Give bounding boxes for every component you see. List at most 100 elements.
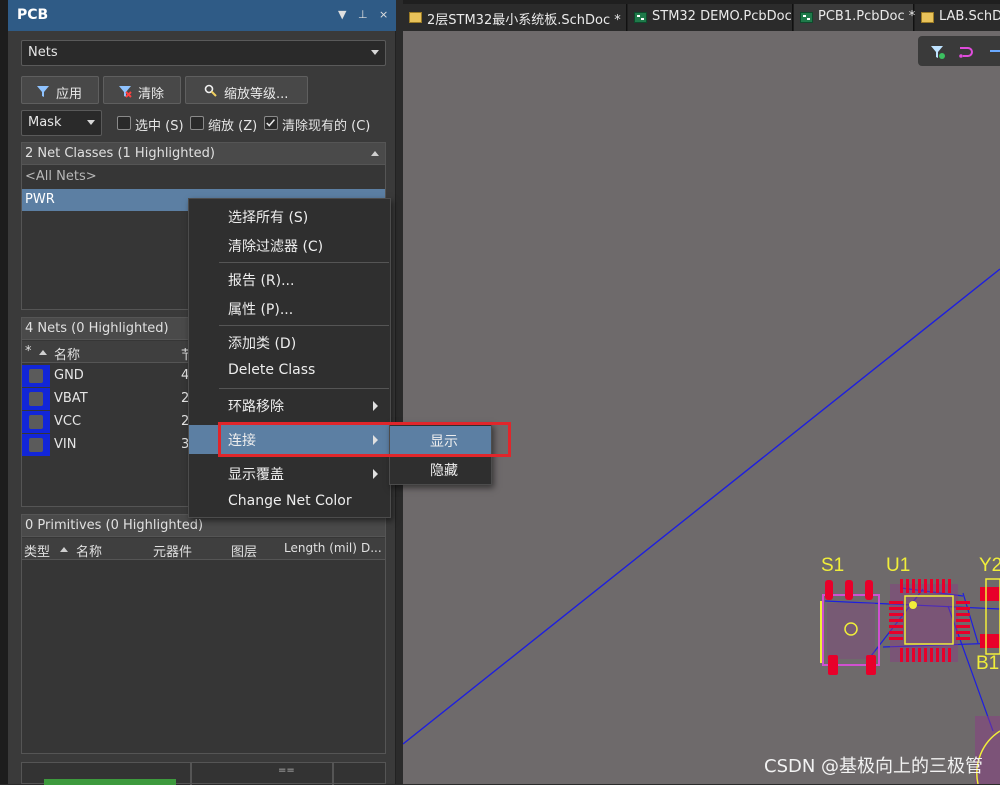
menu-item-label: 隐藏 — [430, 463, 458, 479]
panel-title: PCB — [17, 7, 49, 23]
progress-bar — [44, 779, 176, 785]
clear-existing-checkbox-label: 清除现有的 (C) — [282, 119, 371, 134]
divider — [332, 763, 334, 785]
zoom-level-button[interactable]: 缩放等级... — [185, 76, 308, 104]
mask-value: Mask — [28, 115, 62, 130]
net-classes-title: 2 Net Classes (1 Highlighted) — [25, 146, 215, 161]
column-header-star[interactable]: * — [25, 344, 32, 366]
submenu-item-hide[interactable]: 隐藏 — [390, 455, 491, 484]
filter-type-value: Nets — [28, 45, 58, 60]
pad — [865, 580, 873, 600]
zoom-level-label: 缩放等级... — [224, 87, 289, 102]
clear-existing-checkbox[interactable] — [264, 116, 278, 130]
column-header-type[interactable]: 类型 — [24, 541, 50, 563]
apply-label: 应用 — [56, 87, 83, 102]
schematic-doc-icon — [409, 12, 422, 23]
apply-button[interactable]: 应用 — [21, 76, 99, 104]
tab-label: 2层STM32最小系统板.SchDoc * — [427, 13, 621, 28]
pin-icon[interactable]: ⊥ — [358, 8, 368, 21]
net-color-swatch[interactable] — [22, 434, 50, 456]
panel-menu-icon[interactable]: ▼ — [338, 8, 346, 21]
net-color-swatch[interactable] — [22, 411, 50, 433]
tab-lab-schdoc[interactable]: LAB.SchDoc — [915, 4, 1000, 31]
clear-filter-icon — [119, 86, 132, 98]
net-name: VCC — [54, 414, 82, 429]
column-header-layer[interactable]: 图层 — [231, 541, 257, 563]
menu-separator — [219, 388, 389, 389]
menu-item-clear-filter[interactable]: 清除过滤器 (C) — [189, 231, 390, 260]
tab-pcb1-pcbdoc[interactable]: PCB1.PcbDoc * — [794, 4, 915, 31]
menu-separator — [219, 262, 389, 263]
submenu-arrow-icon — [373, 469, 378, 479]
left-dock-strip — [0, 0, 8, 784]
column-header-name[interactable]: 名称 — [76, 541, 102, 563]
clear-label: 清除 — [138, 87, 165, 102]
ratsnest-line — [962, 592, 979, 644]
column-header-component[interactable]: 元器件 — [153, 541, 192, 563]
net-name: GND — [54, 368, 84, 383]
designator-u1: U1 — [886, 555, 910, 576]
list-item[interactable]: <All Nets> — [22, 166, 385, 188]
zoom-checkbox-label: 缩放 (Z) — [208, 119, 258, 134]
menu-item-label: Change Net Color — [228, 493, 352, 509]
pad — [828, 655, 838, 675]
menu-item-add-class[interactable]: 添加类 (D) — [189, 328, 390, 357]
checkmark-icon — [266, 119, 276, 127]
resize-handle[interactable]: == — [278, 765, 295, 776]
panel-title-bar: PCB ▼ ⊥ × — [8, 0, 396, 31]
column-header-length[interactable]: Length (mil) — [284, 541, 357, 563]
pcb-drawing: S1 U1 Y2 B1 — [403, 268, 1000, 784]
tab-label: LAB.SchDoc — [939, 9, 1000, 24]
menu-item-label: 环路移除 — [228, 399, 284, 415]
mask-select[interactable]: Mask — [21, 110, 102, 136]
column-header-d[interactable]: D... — [361, 541, 382, 563]
tab-stm32-demo-pcbdoc[interactable]: STM32 DEMO.PcbDoc — [628, 4, 793, 31]
pad — [980, 587, 1000, 601]
u1-pin1-marker — [909, 601, 917, 609]
chevron-down-icon — [87, 120, 95, 125]
menu-item-properties[interactable]: 属性 (P)... — [189, 294, 390, 323]
annotation-highlight-box — [218, 422, 511, 457]
menu-item-delete-class[interactable]: Delete Class — [189, 357, 390, 386]
net-color-swatch[interactable] — [22, 365, 50, 387]
pcb-doc-icon — [634, 12, 647, 23]
net-classes-header: 2 Net Classes (1 Highlighted) — [22, 143, 385, 165]
designator-b1: B1 — [976, 653, 999, 674]
menu-item-label: 报告 (R)... — [228, 273, 295, 289]
menu-item-label: 显示覆盖 — [228, 467, 284, 483]
menu-item-label: 添加类 (D) — [228, 336, 297, 352]
filter-type-select[interactable]: Nets — [21, 40, 386, 66]
net-name: VIN — [54, 437, 77, 452]
menu-item-report[interactable]: 报告 (R)... — [189, 265, 390, 294]
nets-title: 4 Nets (0 Highlighted) — [25, 321, 169, 336]
primitives-title: 0 Primitives (0 Highlighted) — [25, 518, 204, 533]
select-checkbox-label: 选中 (S) — [135, 119, 184, 134]
tab-stm32-schdoc[interactable]: 2层STM32最小系统板.SchDoc * — [403, 4, 627, 31]
watermark: CSDN @基极向上的三极管 — [764, 756, 984, 777]
net-class-all-label: <All Nets> — [25, 169, 97, 184]
document-tab-bar: 2层STM32最小系统板.SchDoc * STM32 DEMO.PcbDoc … — [403, 0, 1000, 31]
menu-item-select-all[interactable]: 选择所有 (S) — [189, 202, 390, 231]
primitives-header: 0 Primitives (0 Highlighted) — [22, 515, 385, 537]
magnifier-icon — [204, 84, 217, 97]
pad — [866, 655, 876, 675]
pcb-doc-icon — [800, 12, 813, 23]
menu-item-change-net-color[interactable]: Change Net Color — [189, 488, 390, 517]
panel-bottom-bar: == — [21, 762, 386, 785]
pad — [980, 634, 1000, 648]
menu-item-loop-removal[interactable]: 环路移除 — [189, 391, 390, 420]
divider — [190, 763, 192, 785]
zoom-checkbox[interactable] — [190, 116, 204, 130]
select-checkbox[interactable] — [117, 116, 131, 130]
menu-item-show-override[interactable]: 显示覆盖 — [189, 459, 390, 488]
net-color-swatch[interactable] — [22, 388, 50, 410]
column-header-name[interactable]: 名称 — [54, 344, 80, 366]
pcb-canvas[interactable]: S1 U1 Y2 B1 — [403, 31, 1000, 784]
s1-body — [827, 603, 875, 659]
close-icon[interactable]: × — [379, 8, 388, 21]
clear-button[interactable]: 清除 — [103, 76, 181, 104]
menu-separator — [219, 325, 389, 326]
menu-item-label: 属性 (P)... — [228, 302, 294, 318]
collapse-up-icon[interactable] — [371, 151, 379, 156]
ratsnest-line — [403, 268, 1000, 745]
